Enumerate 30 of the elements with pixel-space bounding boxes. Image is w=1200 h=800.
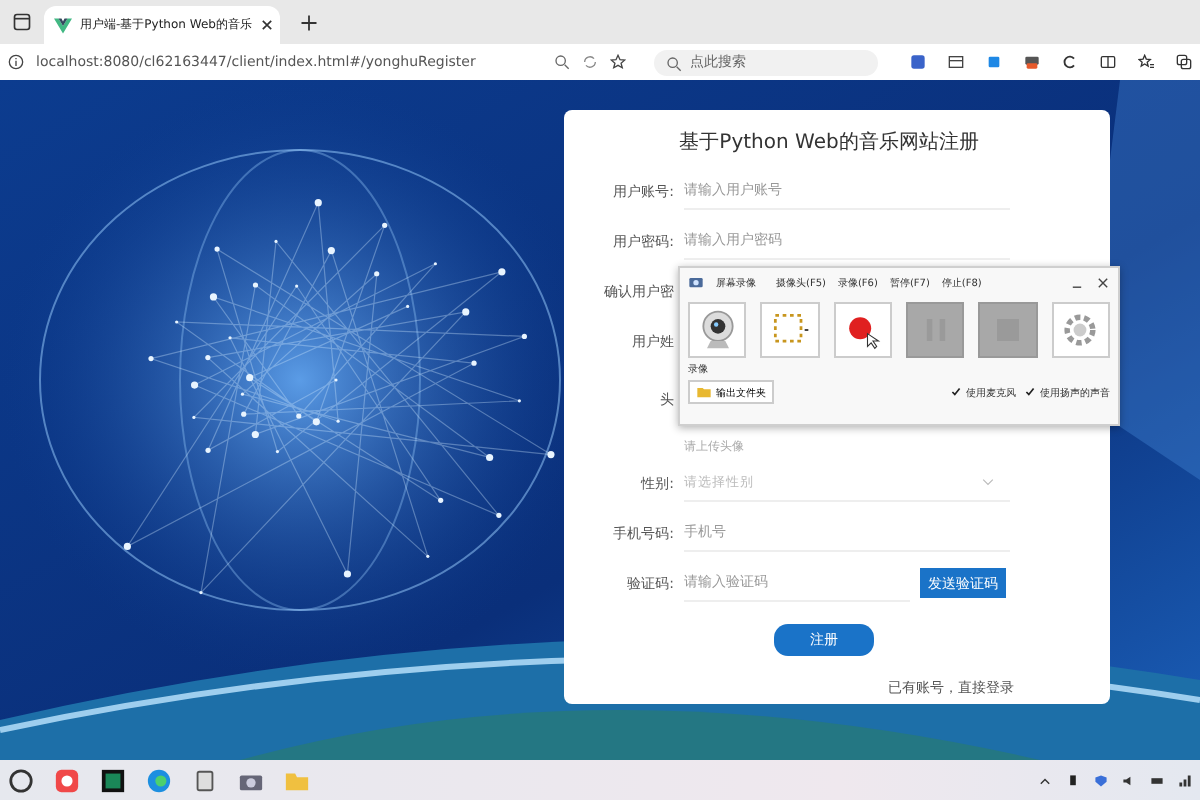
volume-icon[interactable]	[1122, 773, 1136, 787]
favorites-icon[interactable]	[1138, 54, 1154, 70]
star-icon[interactable]	[610, 54, 626, 70]
collections-icon[interactable]	[1176, 54, 1192, 70]
tab-actions-icon[interactable]	[12, 12, 32, 32]
close-icon[interactable]	[1096, 275, 1110, 289]
vue-logo-icon	[54, 17, 72, 33]
shield-icon[interactable]	[1094, 773, 1108, 787]
split-screen-icon[interactable]	[1100, 54, 1116, 70]
close-icon[interactable]	[259, 18, 274, 32]
checkbox[interactable]	[1024, 386, 1036, 398]
start-icon[interactable]	[8, 767, 34, 793]
network-icon[interactable]	[1178, 773, 1192, 787]
webcam-tool-button[interactable]	[688, 302, 747, 358]
checkbox[interactable]	[950, 386, 962, 398]
form-title: 基于Python Web的音乐网站注册	[677, 129, 981, 158]
chevron-up-icon[interactable]	[1038, 773, 1052, 787]
new-tab-icon[interactable]	[300, 14, 318, 32]
folder-icon	[696, 384, 712, 400]
settings-tool-button[interactable]	[1051, 302, 1110, 358]
camera-icon	[688, 274, 704, 290]
record-tool-button[interactable]	[833, 302, 892, 358]
browser-icon[interactable]	[146, 767, 172, 793]
app-icon[interactable]	[100, 767, 126, 793]
info-icon[interactable]	[8, 54, 24, 70]
sync-icon[interactable]	[582, 54, 598, 70]
zoom-icon[interactable]	[554, 54, 570, 70]
region-tool-button[interactable]	[760, 302, 820, 358]
app-icon[interactable]	[192, 767, 218, 793]
chevron-down-icon	[982, 478, 994, 486]
